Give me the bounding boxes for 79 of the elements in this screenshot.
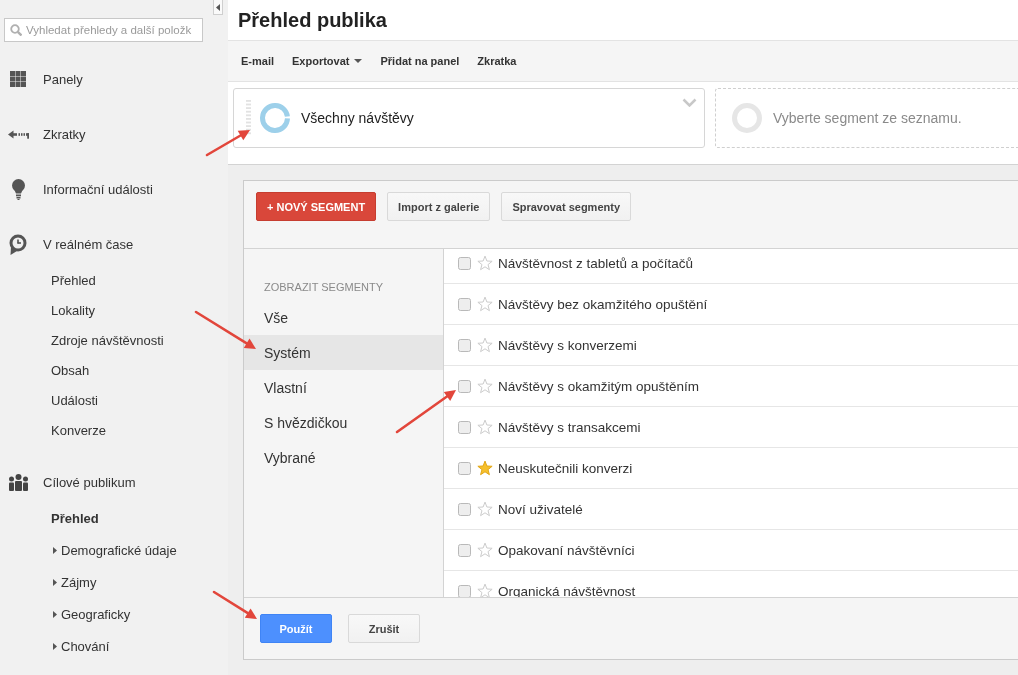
people-icon — [7, 473, 29, 491]
star-icon[interactable] — [477, 501, 493, 517]
nav-item[interactable]: Zkratky — [0, 116, 92, 152]
checkbox[interactable] — [458, 420, 471, 434]
star-icon[interactable] — [477, 419, 493, 435]
filter-item[interactable]: Vše — [244, 300, 443, 335]
segment-chip[interactable]: Všechny návštěvy — [233, 88, 705, 148]
segment-name: Návštěvy bez okamžitého opuštění — [498, 296, 708, 312]
segment-name: Návštěvy s okamžitým opuštěním — [498, 378, 700, 394]
lightbulb-icon — [11, 178, 25, 200]
toolbar-menu-button[interactable]: Exportovat — [292, 55, 363, 67]
segment-name: Návštěvy s konverzemi — [498, 337, 637, 353]
nav-subitem[interactable]: Chování — [0, 630, 116, 662]
star-icon[interactable] — [477, 542, 493, 558]
action-button[interactable]: Zrušit — [348, 614, 420, 643]
toolbar-button[interactable]: Zkratka — [477, 55, 517, 67]
nav-item[interactable]: Cílové publikum — [0, 464, 142, 500]
placeholder-text: Vyberte segment ze seznamu. — [773, 110, 962, 126]
caret-left-icon — [216, 3, 220, 11]
search-icon — [10, 24, 22, 36]
segment-label: Všechny návštěvy — [301, 110, 414, 126]
checkbox[interactable] — [458, 379, 471, 393]
nav-subitem[interactable]: Zdroje návštěvnosti — [0, 325, 170, 355]
star-icon[interactable] — [477, 296, 493, 312]
ring-icon — [260, 103, 290, 133]
nav-subitem[interactable]: Zájmy — [0, 566, 103, 598]
checkbox[interactable] — [458, 584, 471, 597]
star-icon[interactable] — [477, 378, 493, 394]
section-heading: ZOBRAZIT SEGMENTY — [263, 280, 384, 294]
annotation-arrow — [205, 130, 250, 157]
create-button[interactable]: + NOVÝ SEGMENT — [256, 192, 377, 221]
annotation-arrow — [194, 310, 256, 349]
filter-item[interactable]: Vybrané — [244, 440, 443, 475]
grip-icon — [246, 100, 251, 136]
nav-subitem[interactable]: Události — [0, 385, 104, 415]
segment-name: Návštěvy s transakcemi — [498, 419, 641, 435]
page-title: Přehled publika — [238, 8, 387, 32]
chevron-down-icon[interactable] — [682, 98, 697, 107]
nav-subitem[interactable]: Demografické údaje — [0, 534, 183, 566]
action-button[interactable]: Spravovat segmenty — [501, 192, 631, 221]
checkbox[interactable] — [458, 256, 471, 270]
nav-subitem[interactable]: Přehled — [0, 502, 105, 534]
nav-subitem[interactable]: Obsah — [0, 355, 96, 385]
segment-name: Neuskutečnili konverzi — [498, 460, 633, 476]
dotted-arrow-icon — [7, 129, 29, 139]
sidebar-toggle-button[interactable] — [213, 0, 223, 15]
nav-item[interactable]: Panely — [0, 61, 89, 97]
star-icon[interactable] — [477, 337, 493, 353]
filter-item[interactable]: S hvězdičkou — [244, 405, 443, 440]
star-icon[interactable] — [477, 460, 493, 476]
nav-subitem[interactable]: Přehled — [0, 265, 102, 295]
checkbox[interactable] — [458, 543, 471, 557]
annotation-arrow — [395, 390, 456, 434]
checkbox[interactable] — [458, 338, 471, 352]
checkbox[interactable] — [458, 297, 471, 311]
search-field[interactable]: Vyhledat přehledy a další položk — [4, 18, 203, 42]
nav-item[interactable]: Informační události — [0, 171, 159, 207]
segment-name: Opakovaní návštěvníci — [498, 542, 635, 558]
nav-subitem[interactable]: Lokality — [0, 295, 102, 325]
toolbar-button[interactable]: E-mail — [241, 55, 274, 67]
segment-name: Noví uživatelé — [498, 501, 583, 517]
grid-icon — [10, 71, 26, 87]
toolbar-button[interactable]: Přidat na panel — [380, 55, 460, 67]
segment-slot[interactable]: Vyberte segment ze seznamu. — [715, 88, 1018, 148]
nav-subitem[interactable]: Konverze — [0, 415, 112, 445]
caret-down-icon — [354, 59, 363, 63]
annotation-arrow — [212, 590, 257, 619]
nav-item[interactable]: V reálném čase — [0, 226, 140, 262]
filter-item[interactable]: Vlastní — [244, 370, 443, 405]
checkbox[interactable] — [458, 461, 471, 475]
checkbox[interactable] — [458, 502, 471, 516]
clock-icon — [9, 233, 27, 255]
segment-name: Návštěvnost z tabletů a počítačů — [498, 255, 694, 271]
star-icon[interactable] — [477, 583, 493, 597]
action-button[interactable]: Import z galerie — [387, 192, 491, 221]
filter-item[interactable]: Systém — [244, 335, 443, 370]
ring-icon — [732, 103, 762, 133]
nav-subitem[interactable]: Geograficky — [0, 598, 137, 630]
star-icon[interactable] — [477, 255, 493, 271]
